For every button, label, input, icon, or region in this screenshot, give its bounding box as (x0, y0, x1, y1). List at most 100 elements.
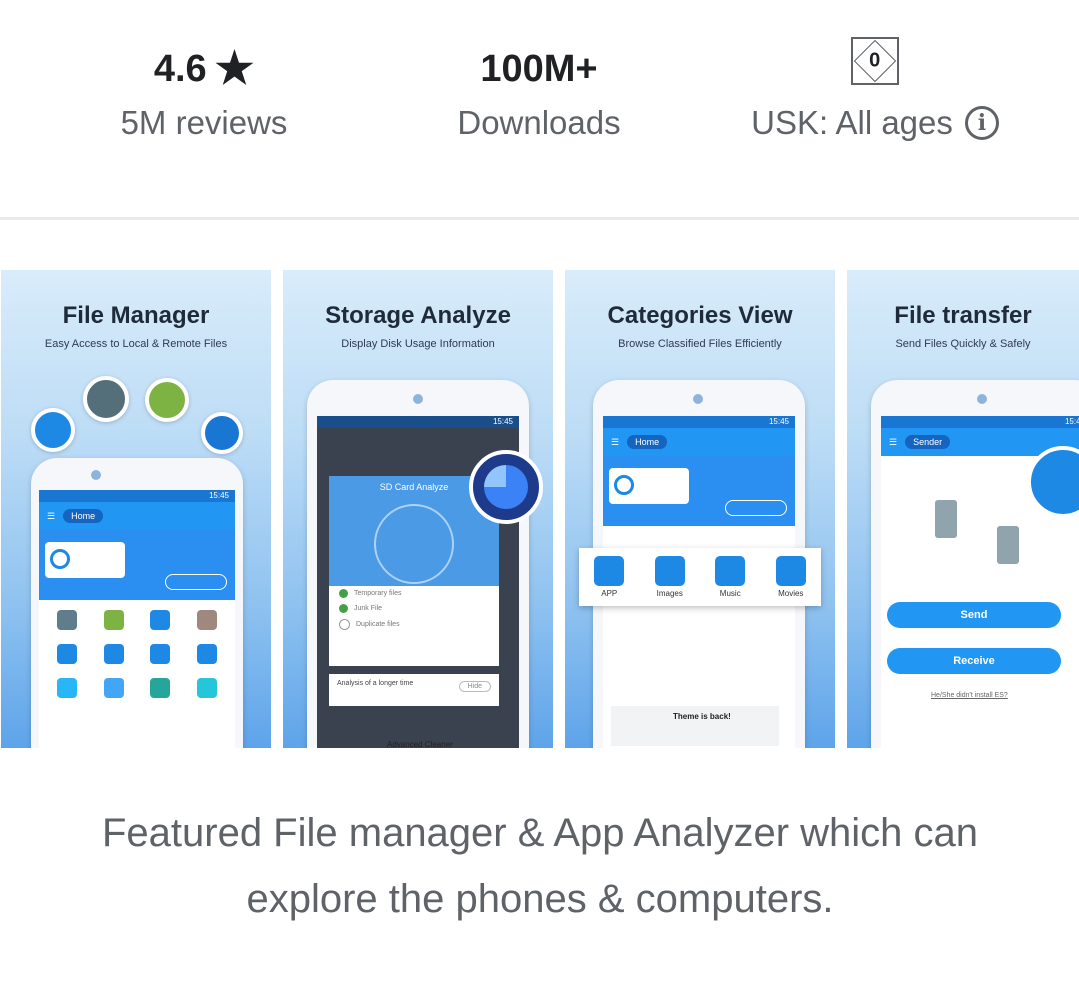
storage-ring-icon (50, 549, 70, 569)
screenshot-title: Storage Analyze (325, 302, 511, 329)
analyze-button (165, 574, 227, 590)
phone-speaker (91, 470, 101, 480)
app-icon (57, 644, 78, 664)
category-label: Movies (778, 589, 804, 598)
check-label: Duplicate files (356, 621, 400, 628)
phone-mockup: 15:45 SD Card Analyze Temporary files Ju… (307, 380, 529, 748)
movies-icon (196, 644, 217, 664)
pie-chart-fill (484, 465, 528, 509)
ftp-icon (201, 412, 243, 454)
pie-chart-icon (469, 450, 543, 524)
check-label: Junk File (354, 605, 383, 612)
phone-mockup: 15:45 ☰ Sender Send Receive He/She didn'… (871, 380, 1079, 748)
internal-storage-card (45, 542, 125, 578)
category-app: APP (594, 556, 625, 598)
documents-icon (150, 678, 171, 698)
tools-grid (39, 600, 235, 708)
phone-mockup: 15:45 ☰ Home (31, 458, 243, 748)
app-bar: ☰ Home (603, 428, 795, 456)
menu-icon: ☰ (889, 436, 898, 447)
phone-speaker (413, 394, 423, 404)
screenshot-subtitle: Display Disk Usage Information (341, 338, 495, 350)
music-note-icon (715, 556, 746, 586)
star-icon: ★ (214, 44, 255, 93)
image-icon (654, 556, 685, 586)
info-icon[interactable]: i (964, 106, 999, 140)
send-button: Send (887, 602, 1061, 628)
cleaner-icon (196, 610, 217, 630)
storage-header (603, 456, 795, 526)
description-line-2: explore the phones & computers. (246, 877, 834, 921)
downloader-icon (103, 678, 124, 698)
screenshot-file-manager[interactable]: File Manager Easy Access to Local & Remo… (1, 270, 271, 748)
usk-rating-icon: 0 (851, 37, 899, 85)
pending-icon (339, 619, 350, 630)
phone-left-icon (935, 500, 957, 538)
hint-text: Analysis of a longer time (337, 680, 414, 687)
screenshot-subtitle: Easy Access to Local & Remote Files (44, 338, 228, 350)
install-es-link: He/She didn't install ES? (931, 692, 1008, 699)
theme-card-title: Theme is back! (673, 712, 731, 721)
theme-card: Theme is back! (611, 706, 779, 746)
storage-ring-icon (614, 475, 634, 495)
downloads-label: Downloads (457, 104, 621, 141)
images-icon (103, 644, 124, 664)
category-label: Images (656, 589, 683, 598)
screenshot-storage-analyze[interactable]: Storage Analyze Display Disk Usage Infor… (283, 270, 553, 748)
rating-value: 4.6 (153, 48, 207, 90)
screenshot-title: File transfer (894, 302, 1032, 329)
check-duplicate: Duplicate files (329, 616, 499, 633)
downloads-value: 100M+ (480, 48, 598, 90)
logger-icon (57, 610, 78, 630)
check-icon (339, 604, 348, 613)
phone-screen: 15:45 ☰ Home (39, 490, 235, 748)
compressed-icon (150, 610, 171, 630)
rating-stat[interactable]: 4.6 ★ 5M reviews (104, 40, 304, 142)
phone-speaker (693, 394, 703, 404)
content-rating-label: USK: All ages (751, 104, 953, 141)
screenshot-title: File Manager (62, 302, 210, 329)
network-icon (196, 678, 217, 698)
category-music: Music (715, 556, 746, 598)
downloads-stat: 100M+ Downloads (439, 40, 639, 142)
category-label: APP (601, 589, 618, 598)
category-label: Music (719, 589, 741, 598)
storage-header (39, 530, 235, 600)
cloud-icon (31, 408, 75, 452)
android-icon (594, 556, 625, 586)
status-bar: 15:45 (603, 416, 795, 428)
status-bar: 15:45 (39, 490, 235, 502)
status-bar: 15:45 (881, 416, 1079, 428)
rating-value-row: 4.6 ★ (104, 40, 304, 98)
category-movies: Movies (775, 556, 806, 598)
home-breadcrumb: Home (627, 435, 668, 449)
usk-badge-number: 0 (869, 50, 881, 72)
app-bar: ☰ Home (39, 502, 235, 530)
cloud-grid-icon (57, 678, 78, 698)
section-divider (0, 217, 1079, 220)
phone-speaker (977, 394, 987, 404)
screenshot-categories-view[interactable]: Categories View Browse Classified Files … (565, 270, 835, 748)
app-description[interactable]: Featured File manager & App Analyzer whi… (40, 800, 1040, 932)
sd-card-icon (374, 504, 454, 584)
screenshot-subtitle: Browse Classified Files Efficiently (618, 338, 782, 350)
sender-icon (103, 610, 124, 630)
hint-card: Analysis of a longer time Hide (329, 674, 499, 706)
content-rating-stat[interactable]: 0 USK: All ages i (730, 36, 1020, 142)
otg-icon (145, 378, 189, 422)
screenshot-subtitle: Send Files Quickly & Safely (895, 338, 1031, 350)
check-icon (339, 589, 348, 598)
screenshot-title: Categories View (607, 302, 793, 329)
menu-icon: ☰ (47, 510, 56, 521)
check-label: Temporary files (354, 590, 402, 597)
hide-button: Hide (458, 681, 491, 692)
check-temporary: Temporary files (329, 586, 499, 601)
play-icon (775, 556, 806, 586)
music-icon (150, 644, 171, 664)
receive-button: Receive (887, 648, 1061, 674)
screenshot-file-transfer[interactable]: File transfer Send Files Quickly & Safel… (847, 270, 1079, 748)
pc-icon (83, 376, 129, 422)
status-bar: 15:45 (317, 416, 519, 428)
internal-storage-card (609, 468, 689, 504)
transfer-illustration (931, 486, 1021, 566)
